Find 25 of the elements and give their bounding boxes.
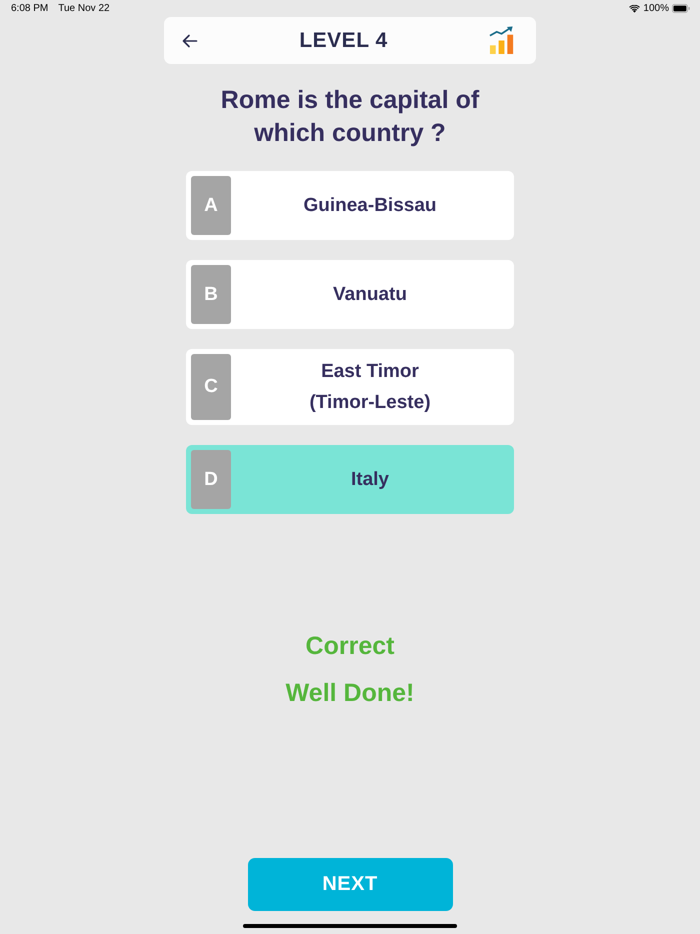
answer-option[interactable]: C East Timor (Timor-Leste) (186, 349, 514, 425)
option-text: East Timor (Timor-Leste) (308, 360, 432, 415)
answer-option[interactable]: B Vanuatu (186, 260, 514, 329)
status-date: Tue Nov 22 (58, 3, 110, 14)
option-letter: B (191, 265, 231, 324)
back-arrow-icon (181, 34, 198, 48)
bar-chart-icon (489, 26, 516, 55)
wifi-icon (629, 4, 640, 12)
feedback-message: Well Done! (286, 678, 414, 709)
level-title: LEVEL 4 (299, 28, 388, 52)
status-time: 6:08 PM (11, 3, 48, 14)
answer-option[interactable]: D Italy (186, 445, 514, 514)
option-text: Guinea-Bissau (303, 194, 437, 218)
option-letter: D (191, 450, 231, 509)
option-text: Vanuatu (333, 283, 407, 307)
stats-button[interactable] (489, 26, 516, 55)
question-text: Rome is the capital of which country ? (220, 85, 480, 149)
result-text: Correct (306, 631, 394, 662)
answer-option[interactable]: A Guinea-Bissau (186, 171, 514, 240)
option-text: Italy (350, 468, 390, 492)
back-button[interactable] (181, 34, 198, 48)
battery-icon (672, 4, 690, 13)
option-letter: C (191, 354, 231, 420)
option-letter: A (191, 176, 231, 235)
battery-percent: 100% (643, 3, 669, 14)
